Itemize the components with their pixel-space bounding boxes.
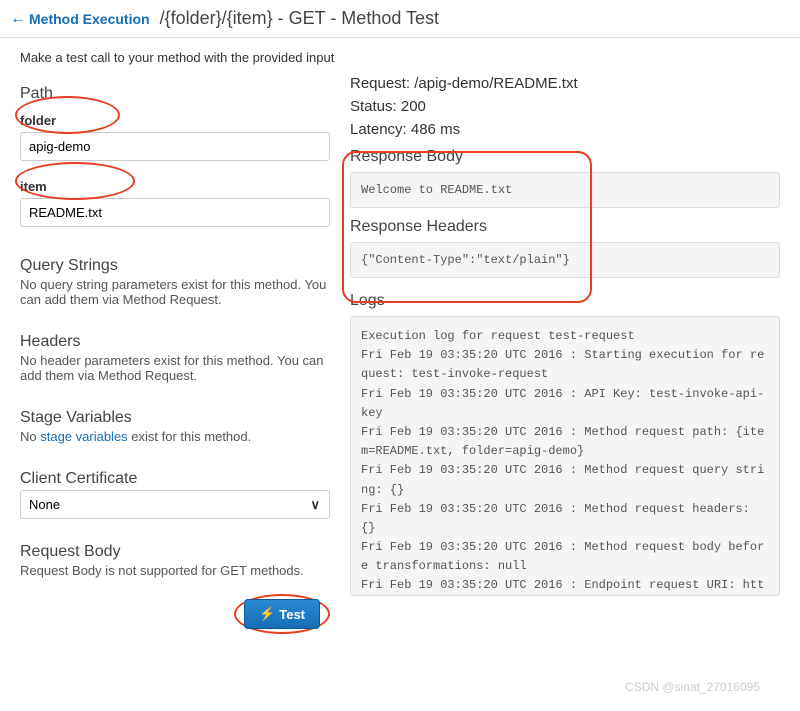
stage-vars-desc: No stage variables exist for this method…: [20, 429, 330, 444]
status-label: Status:: [350, 98, 401, 115]
test-button[interactable]: ⚡ Test: [244, 599, 320, 629]
query-strings-desc: No query string parameters exist for thi…: [20, 277, 330, 307]
request-label: Request:: [350, 75, 414, 92]
latency-label: Latency:: [350, 121, 411, 138]
right-column: Request: /apig-demo/README.txt Status: 2…: [350, 75, 780, 634]
bolt-icon: ⚡: [259, 606, 275, 622]
client-cert-select[interactable]: [20, 490, 330, 519]
headers-desc: No header parameters exist for this meth…: [20, 353, 330, 383]
watermark: CSDN @sinat_27016095: [625, 680, 760, 694]
page-title: /{folder}/{item} - GET - Method Test: [160, 8, 439, 29]
latency-value: 486 ms: [411, 121, 460, 138]
back-link[interactable]: ← Method Execution: [10, 10, 150, 28]
back-label: Method Execution: [29, 11, 150, 27]
folder-label: folder: [20, 113, 56, 128]
test-button-wrapper: ⚡ Test: [20, 594, 330, 634]
intro-text: Make a test call to your method with the…: [0, 38, 800, 75]
response-highlight-box: [342, 151, 592, 303]
folder-input[interactable]: [20, 132, 330, 161]
stage-vars-link[interactable]: stage variables: [40, 429, 127, 444]
left-column: Path folder item Query Strings No query …: [20, 75, 330, 634]
headers-title: Headers: [20, 333, 330, 351]
item-input[interactable]: [20, 198, 330, 227]
back-arrow-icon: ←: [10, 10, 26, 28]
stage-vars-prefix: No: [20, 429, 40, 444]
status-line: Status: 200: [350, 98, 780, 115]
stage-vars-title: Stage Variables: [20, 409, 330, 427]
test-button-label: Test: [279, 607, 305, 622]
request-value: /apig-demo/README.txt: [414, 75, 577, 92]
header-bar: ← Method Execution /{folder}/{item} - GE…: [0, 0, 800, 38]
request-body-desc: Request Body is not supported for GET me…: [20, 563, 330, 578]
request-body-title: Request Body: [20, 543, 330, 561]
item-label: item: [20, 179, 47, 194]
latency-line: Latency: 486 ms: [350, 121, 780, 138]
request-line: Request: /apig-demo/README.txt: [350, 75, 780, 92]
content-area: Path folder item Query Strings No query …: [0, 75, 800, 654]
logs-box[interactable]: Execution log for request test-request F…: [350, 316, 780, 596]
status-value: 200: [401, 98, 426, 115]
path-title: Path: [20, 85, 330, 103]
client-cert-title: Client Certificate: [20, 470, 330, 488]
client-cert-select-wrapper: ∨: [20, 490, 330, 519]
highlight-circle-icon: ⚡ Test: [234, 594, 330, 634]
query-strings-title: Query Strings: [20, 257, 330, 275]
stage-vars-suffix: exist for this method.: [128, 429, 252, 444]
